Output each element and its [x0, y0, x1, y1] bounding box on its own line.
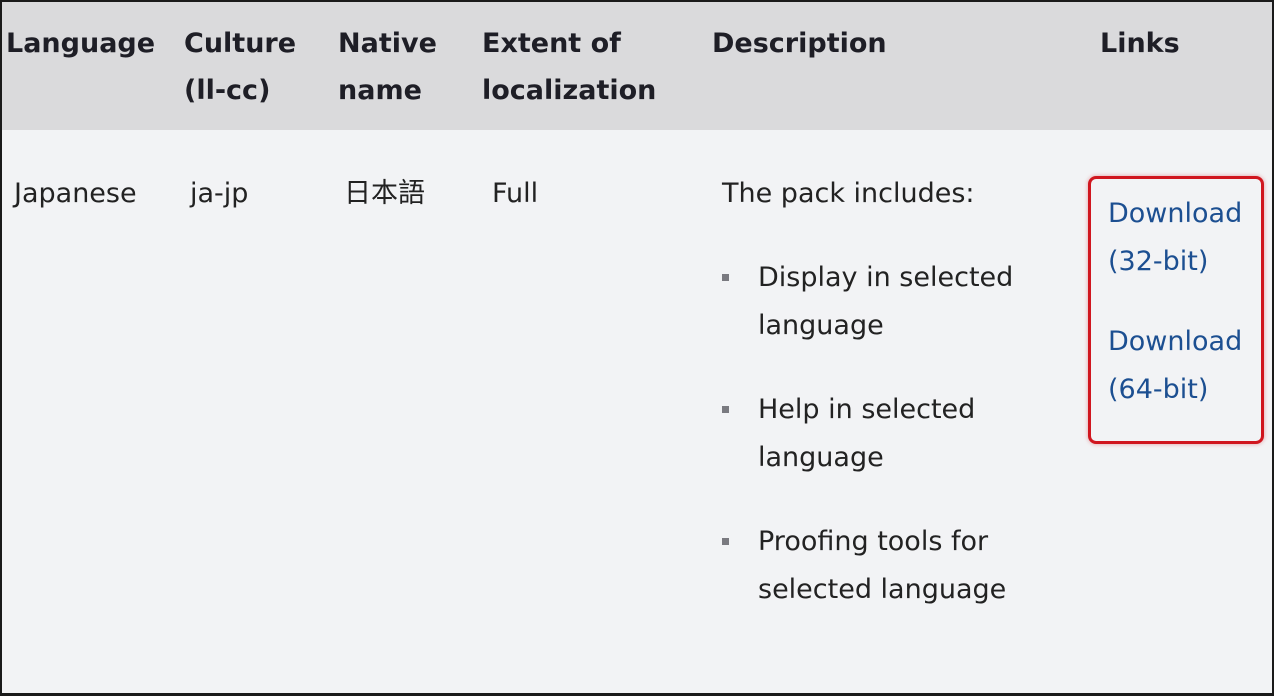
cell-extent: Full [492, 178, 539, 209]
list-item: Proofing tools for selected language [722, 518, 1091, 614]
feature-list: Display in selected language Help in sel… [722, 254, 1091, 614]
header-culture: Culture (ll-cc) [184, 28, 297, 106]
cell-description: The pack includes: Display in selected l… [704, 130, 1092, 651]
header-description: Description [712, 28, 887, 59]
square-bullet-icon [722, 274, 729, 281]
download-64bit-link[interactable]: Download (64-bit) [1108, 318, 1242, 414]
header-extent-of-localization: Extent of localization [482, 28, 657, 106]
cell-language: Japanese [14, 178, 137, 209]
language-pack-table-container: Language Culture (ll-cc) Native name Ext… [2, 2, 1272, 693]
download-links: Download (32-bit) Download (64-bit) [1108, 190, 1242, 446]
list-item: Help in selected language [722, 386, 1091, 482]
header-native-name: Native name [338, 28, 437, 106]
cell-native-name: 日本語 [344, 178, 425, 209]
table-header-row: Language Culture (ll-cc) Native name Ext… [2, 2, 1272, 130]
language-pack-table: Language Culture (ll-cc) Native name Ext… [2, 2, 1272, 651]
table-row: Japanese ja-jp 日本語 Full The pack include… [2, 130, 1272, 651]
description-intro: The pack includes: [722, 178, 975, 209]
list-item: Display in selected language [722, 254, 1091, 350]
square-bullet-icon [722, 406, 729, 413]
download-32bit-link[interactable]: Download (32-bit) [1108, 190, 1242, 286]
cell-culture: ja-jp [190, 178, 249, 209]
square-bullet-icon [722, 538, 729, 545]
header-language: Language [6, 28, 156, 59]
header-links: Links [1100, 28, 1180, 59]
